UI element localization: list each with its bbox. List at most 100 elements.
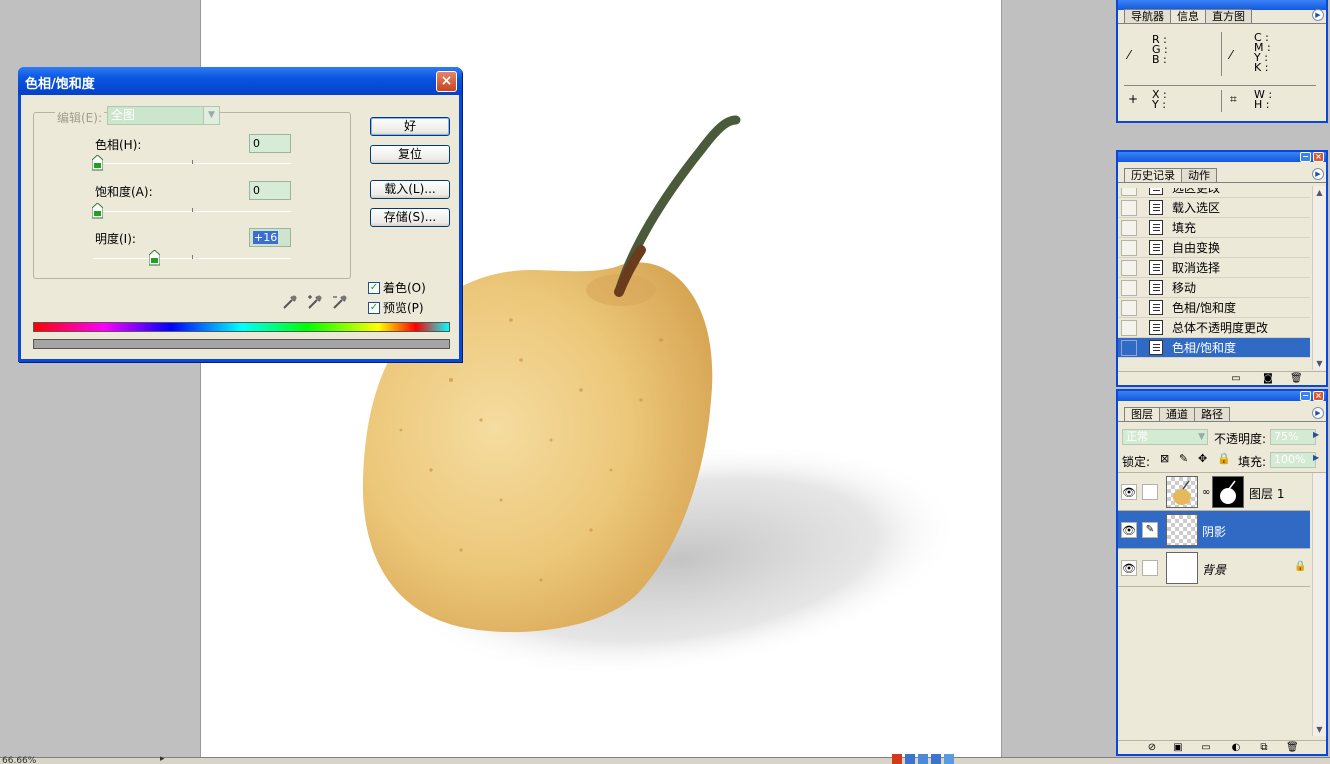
close-icon[interactable]: × <box>1313 391 1324 401</box>
brush-icon[interactable]: ✎ <box>1142 522 1158 538</box>
history-item[interactable]: 选区更改 <box>1118 188 1310 198</box>
history-item[interactable]: 移动 <box>1118 278 1310 298</box>
opacity-input[interactable]: 75% <box>1270 429 1316 445</box>
minimize-icon[interactable]: − <box>1300 152 1311 162</box>
tray-app-icon[interactable] <box>892 754 902 764</box>
ok-button[interactable]: 好 <box>370 117 450 136</box>
lock-transparency-icon[interactable]: ⊠ <box>1160 452 1169 465</box>
hue-slider[interactable] <box>92 155 291 171</box>
history-item[interactable]: 载入选区 <box>1118 198 1310 218</box>
fill-arrow-icon[interactable]: ▶ <box>1313 453 1323 467</box>
hue-slider-thumb[interactable] <box>92 155 103 171</box>
layer-row-background[interactable]: 👁 背景 🔒 <box>1118 549 1310 587</box>
lock-move-icon[interactable]: ✥ <box>1198 452 1207 465</box>
eye-icon[interactable]: 👁 <box>1121 484 1137 500</box>
layer-thumbnail[interactable] <box>1166 476 1198 508</box>
dialog-titlebar[interactable]: 色相/饱和度 × <box>18 67 462 95</box>
adjustment-layer-icon[interactable]: ◐ <box>1230 742 1242 753</box>
blend-mode-select[interactable]: 正常 ▼ <box>1122 429 1208 445</box>
history-item[interactable]: 取消选择 <box>1118 258 1310 278</box>
chain-link-icon[interactable]: ∞ <box>1202 487 1210 498</box>
layer-name[interactable]: 背景 <box>1202 561 1226 578</box>
layer-row-shadow[interactable]: 👁 ✎ 阴影 <box>1118 511 1310 549</box>
tab-navigator[interactable]: 导航器 <box>1124 9 1171 24</box>
close-icon[interactable]: × <box>1313 152 1324 162</box>
history-item[interactable]: 色相/饱和度 <box>1118 338 1310 358</box>
preview-check-icon[interactable]: ✓ <box>368 301 380 314</box>
history-snapshot-box[interactable] <box>1121 319 1137 336</box>
history-snapshot-box[interactable] <box>1121 299 1137 316</box>
trash-icon[interactable]: 🗑 <box>1286 742 1299 753</box>
tray-keyboard-icon[interactable] <box>931 754 941 764</box>
tray-volume-icon[interactable] <box>944 754 954 764</box>
load-button[interactable]: 载入(L)... <box>370 180 450 199</box>
history-snapshot-box[interactable] <box>1121 279 1137 296</box>
minimize-icon[interactable]: − <box>1300 391 1311 401</box>
trash-icon[interactable]: 🗑 <box>1290 373 1303 384</box>
lock-all-icon[interactable]: 🔒 <box>1217 452 1231 465</box>
tab-histogram[interactable]: 直方图 <box>1205 9 1252 24</box>
new-document-icon[interactable]: ▭ <box>1230 373 1242 384</box>
history-panel-header[interactable] <box>1118 152 1326 162</box>
panel-menu-icon[interactable]: ▶ <box>1312 407 1324 419</box>
layer-link-box[interactable] <box>1142 560 1158 576</box>
history-snapshot-box[interactable] <box>1121 188 1137 196</box>
lightness-slider[interactable] <box>93 250 291 266</box>
history-snapshot-box[interactable] <box>1121 239 1137 256</box>
layers-scrollbar[interactable]: ▼ <box>1312 473 1326 736</box>
tab-layers[interactable]: 图层 <box>1124 407 1160 422</box>
layer-style-icon[interactable]: ▣ <box>1172 742 1184 753</box>
eye-icon[interactable]: 👁 <box>1121 560 1137 576</box>
edit-select[interactable]: 全图 ▼ <box>107 106 220 125</box>
tab-info[interactable]: 信息 <box>1170 9 1206 24</box>
preview-checkbox[interactable]: ✓ 预览(P) <box>368 299 424 316</box>
layer-link-box[interactable] <box>1142 484 1158 500</box>
history-item[interactable]: 自由变换 <box>1118 238 1310 258</box>
link-layers-icon[interactable]: ⊘ <box>1146 742 1158 753</box>
layer-thumbnail[interactable] <box>1166 552 1198 584</box>
new-layer-icon[interactable]: ⧉ <box>1258 742 1270 753</box>
save-button[interactable]: 存储(S)... <box>370 208 450 227</box>
colorize-check-icon[interactable]: ✓ <box>368 281 380 294</box>
lock-brush-icon[interactable]: ✎ <box>1179 452 1188 465</box>
layer-row-layer1[interactable]: 👁 ∞ 图层 1 <box>1118 473 1310 511</box>
eyedropper-plus-icon[interactable] <box>306 293 324 311</box>
layer-name[interactable]: 图层 1 <box>1249 485 1284 502</box>
panel-menu-icon[interactable]: ▶ <box>1312 168 1324 180</box>
panel-menu-icon[interactable]: ▶ <box>1312 9 1324 21</box>
history-snapshot-box[interactable] <box>1121 339 1137 356</box>
tab-history[interactable]: 历史记录 <box>1124 168 1182 183</box>
tab-channels[interactable]: 通道 <box>1159 407 1195 422</box>
hue-input[interactable]: 0 <box>249 134 291 153</box>
close-button[interactable]: × <box>436 71 457 92</box>
history-item[interactable]: 总体不透明度更改 <box>1118 318 1310 338</box>
saturation-slider-thumb[interactable] <box>92 203 103 219</box>
eyedropper-minus-icon[interactable] <box>331 293 349 311</box>
tab-paths[interactable]: 路径 <box>1194 407 1230 422</box>
colorize-checkbox[interactable]: ✓ 着色(O) <box>368 279 426 296</box>
history-item[interactable]: 填充 <box>1118 218 1310 238</box>
eyedropper-icon[interactable] <box>281 293 299 311</box>
tab-actions[interactable]: 动作 <box>1181 168 1217 183</box>
tray-ime-icon[interactable] <box>905 754 915 764</box>
status-arrow-icon[interactable]: ▸ <box>160 754 165 764</box>
eye-icon[interactable]: 👁 <box>1121 522 1137 538</box>
lightness-slider-thumb[interactable] <box>149 250 161 266</box>
tray-network-icon[interactable] <box>918 754 928 764</box>
fill-input[interactable]: 100% <box>1270 452 1316 468</box>
history-snapshot-box[interactable] <box>1121 199 1137 216</box>
opacity-arrow-icon[interactable]: ▶ <box>1313 430 1323 444</box>
saturation-slider[interactable] <box>92 203 291 219</box>
reset-button[interactable]: 复位 <box>370 145 450 164</box>
saturation-input[interactable]: 0 <box>249 181 291 200</box>
history-snapshot-box[interactable] <box>1121 259 1137 276</box>
layer-thumbnail[interactable] <box>1166 514 1198 546</box>
history-scrollbar[interactable]: ▲ ▼ <box>1312 186 1326 370</box>
layer-mask-icon[interactable]: ▭ <box>1200 742 1212 753</box>
history-item[interactable]: 色相/饱和度 <box>1118 298 1310 318</box>
layers-panel-header[interactable] <box>1118 391 1326 401</box>
snapshot-icon[interactable]: ◙ <box>1262 373 1274 384</box>
history-snapshot-box[interactable] <box>1121 219 1137 236</box>
layer-mask-thumbnail[interactable] <box>1212 476 1244 508</box>
lightness-input[interactable]: +16 <box>249 228 291 247</box>
